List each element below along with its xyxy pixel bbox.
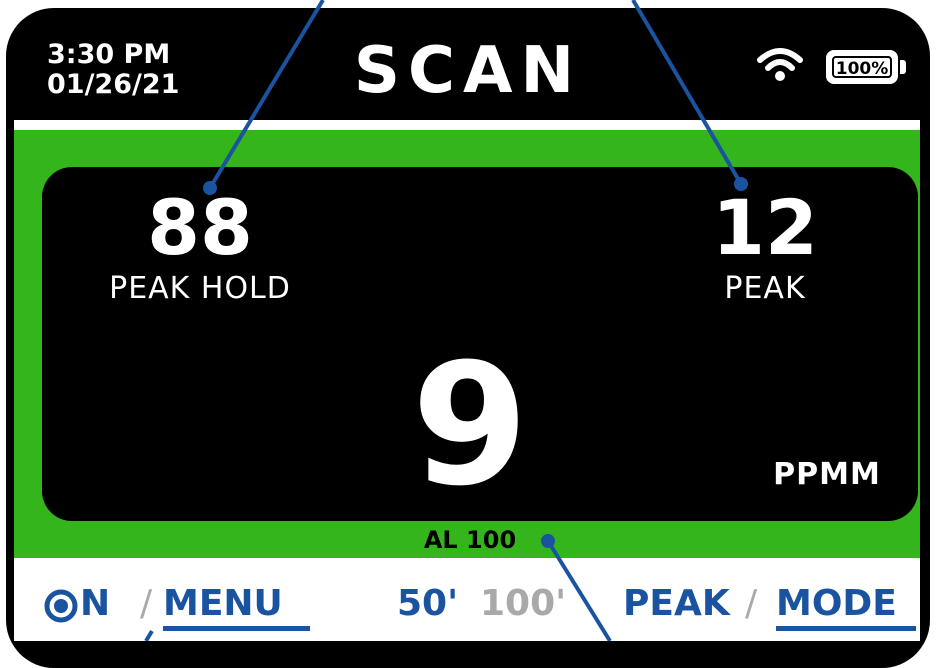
current-reading: 9: [411, 327, 529, 523]
peak-hold-value: 88: [147, 183, 253, 272]
peak-hold-label: PEAK HOLD: [109, 271, 291, 306]
range-100-button[interactable]: 100': [480, 582, 566, 626]
battery-level: 100%: [832, 56, 892, 79]
range-50-button[interactable]: 50': [397, 582, 458, 626]
mode-underline: [776, 626, 916, 631]
on-button[interactable]: N: [80, 582, 110, 626]
battery-terminal: [900, 60, 906, 74]
mode-button[interactable]: MODE: [776, 582, 897, 626]
peak-value: 12: [712, 183, 818, 272]
menu-button[interactable]: MENU: [163, 582, 283, 626]
peak-label: PEAK: [724, 271, 806, 306]
header-divider: [14, 120, 920, 130]
peak-button[interactable]: PEAK: [623, 582, 730, 626]
menu-underline: [163, 626, 310, 631]
unit-label: PPMM: [773, 457, 881, 492]
alarm-level: AL 100: [423, 526, 517, 554]
wifi-icon: [757, 48, 803, 81]
separator: /: [745, 583, 758, 624]
battery-icon: 100%: [826, 50, 898, 84]
separator: /: [140, 583, 153, 624]
power-icon: [44, 589, 78, 623]
